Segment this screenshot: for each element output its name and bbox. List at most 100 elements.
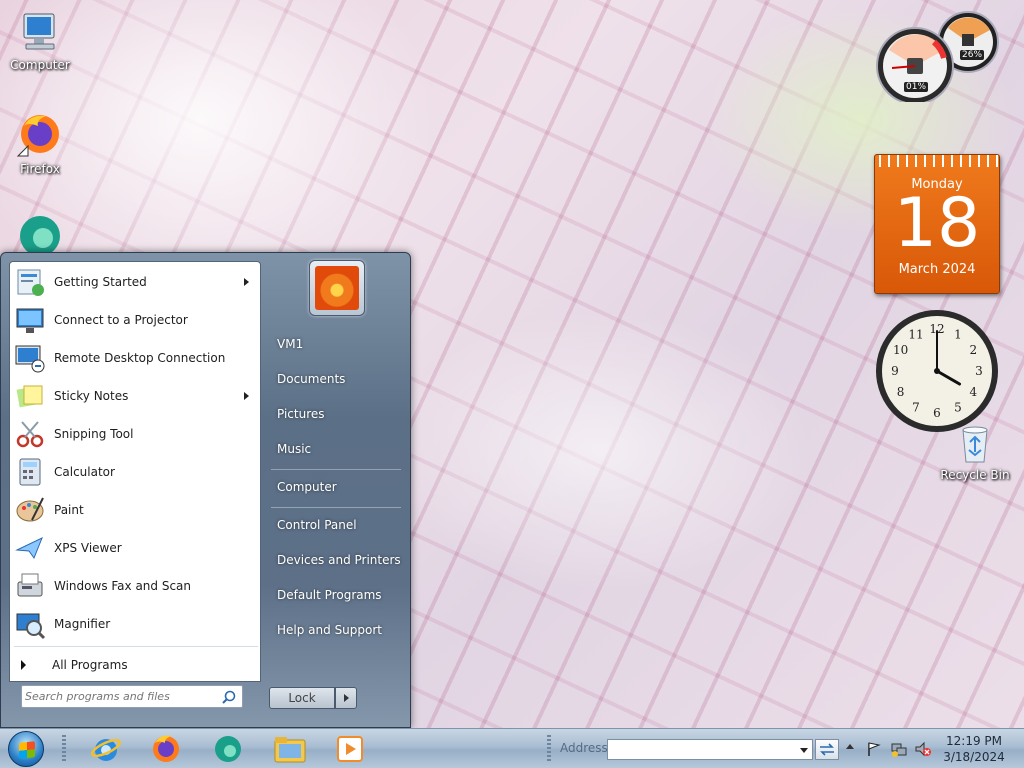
- program-label: Remote Desktop Connection: [54, 351, 226, 365]
- shutdown-options-button[interactable]: [335, 687, 357, 709]
- start-link-music[interactable]: Music: [267, 434, 407, 464]
- start-link-devices-printers[interactable]: Devices and Printers: [267, 545, 407, 575]
- desktop-icon-computer[interactable]: Computer: [0, 10, 80, 72]
- clock-number: 6: [933, 406, 941, 420]
- search-input[interactable]: [25, 688, 215, 705]
- desktop-icon-edge[interactable]: [0, 214, 80, 256]
- fax-icon: [17, 573, 43, 597]
- lock-button[interactable]: Lock: [269, 687, 335, 709]
- program-label: Magnifier: [54, 617, 111, 631]
- explorer-icon: [274, 737, 306, 763]
- edge-icon: [215, 736, 241, 762]
- program-label: Paint: [54, 503, 84, 517]
- firefox-icon: [153, 735, 179, 762]
- network-icon[interactable]: [890, 741, 908, 757]
- program-label: Sticky Notes: [54, 389, 129, 403]
- projector-icon: [16, 308, 44, 333]
- paint-palette-icon: [16, 497, 44, 522]
- taskbar-media-player-button[interactable]: [322, 731, 378, 767]
- all-programs-button[interactable]: All Programs: [13, 650, 259, 680]
- action-center-flag-icon[interactable]: [866, 741, 882, 757]
- start-link-computer[interactable]: Computer: [267, 472, 407, 502]
- desktop-icon-firefox[interactable]: Firefox: [0, 112, 80, 176]
- taskbar-grip[interactable]: [547, 735, 551, 763]
- taskbar: Address 12:19 PM 3/18/2024: [0, 728, 1024, 768]
- program-item-xps-viewer[interactable]: XPS Viewer: [13, 530, 259, 566]
- magnifier-icon: [16, 613, 46, 640]
- taskbar-explorer-button[interactable]: [262, 731, 318, 767]
- clock-number: 9: [891, 364, 899, 378]
- taskbar-grip[interactable]: [62, 735, 66, 763]
- flower-photo: [315, 266, 359, 310]
- volume-muted-icon[interactable]: [914, 741, 932, 757]
- sticky-notes-icon: [16, 385, 43, 408]
- program-item-snipping-tool[interactable]: Snipping Tool: [13, 416, 259, 452]
- start-link-default-programs[interactable]: Default Programs: [267, 580, 407, 610]
- search-icon: [222, 690, 236, 704]
- program-item-connect-to-projector[interactable]: Connect to a Projector: [13, 302, 259, 338]
- clock-number: 3: [975, 364, 983, 378]
- calculator-icon: [19, 458, 41, 486]
- divider: [271, 507, 401, 508]
- start-link-user[interactable]: VM1: [267, 329, 407, 359]
- chevron-right-icon[interactable]: [244, 278, 249, 286]
- taskbar-time: 12:19 PM: [946, 734, 1002, 748]
- desktop-icon-label: Recycle Bin: [940, 468, 1010, 482]
- cpu-usage-value: 01%: [904, 82, 929, 92]
- program-label: Calculator: [54, 465, 115, 479]
- divider: [14, 646, 258, 647]
- computer-icon: [23, 13, 55, 50]
- chevron-right-icon[interactable]: [244, 392, 249, 400]
- program-label: Getting Started: [54, 275, 147, 289]
- edge-icon: [20, 216, 60, 252]
- search-box[interactable]: [21, 685, 243, 708]
- show-hidden-icons-icon[interactable]: [846, 744, 854, 749]
- address-go-button[interactable]: [815, 739, 839, 760]
- clock-number: 1: [954, 328, 962, 342]
- cpu-meter-gadget[interactable]: 01% 26%: [872, 6, 1002, 105]
- getting-started-icon: [17, 269, 44, 296]
- program-item-magnifier[interactable]: Magnifier: [13, 606, 259, 642]
- taskbar-firefox-button[interactable]: [138, 731, 194, 767]
- scissors-icon: [16, 421, 44, 448]
- divider: [271, 469, 401, 470]
- taskbar-clock[interactable]: 12:19 PM 3/18/2024: [938, 733, 1010, 765]
- start-menu-programs-pane: Getting Started Connect to a Projector Rem…: [9, 261, 261, 682]
- clock-number: 10: [893, 343, 908, 357]
- program-item-windows-fax-and-scan[interactable]: Windows Fax and Scan: [13, 568, 259, 604]
- calendar-day: 18: [893, 184, 981, 263]
- address-toolbar-field[interactable]: [607, 739, 813, 760]
- program-item-sticky-notes[interactable]: Sticky Notes: [13, 378, 259, 414]
- start-link-documents[interactable]: Documents: [267, 364, 407, 394]
- all-programs-label: All Programs: [52, 658, 128, 672]
- program-item-remote-desktop-connection[interactable]: Remote Desktop Connection: [13, 340, 259, 376]
- clock-number: 11: [908, 328, 923, 342]
- remote-desktop-icon: [15, 345, 45, 373]
- triangle-right-icon: [21, 660, 26, 670]
- calendar-gadget[interactable]: Monday 18 March 2024: [874, 154, 1000, 294]
- start-menu: Getting Started Connect to a Projector Rem…: [0, 252, 411, 728]
- start-link-control-panel[interactable]: Control Panel: [267, 510, 407, 540]
- calendar-rings: [875, 155, 999, 167]
- start-button[interactable]: [8, 731, 44, 767]
- media-player-icon: [337, 736, 363, 762]
- chevron-down-icon[interactable]: [800, 748, 808, 753]
- taskbar-date: 3/18/2024: [943, 750, 1005, 764]
- desktop-icon-label: Firefox: [20, 162, 60, 176]
- program-label: Connect to a Projector: [54, 313, 188, 327]
- clock-gadget[interactable]: 12 1 2 3 4 5 6 7 8 9 10 11: [874, 308, 1000, 434]
- user-picture[interactable]: [309, 260, 365, 316]
- clock-number: 8: [897, 385, 905, 399]
- firefox-icon: [16, 115, 59, 157]
- program-label: XPS Viewer: [54, 541, 122, 555]
- program-item-getting-started[interactable]: Getting Started: [13, 264, 259, 300]
- clock-number: 7: [912, 400, 920, 414]
- program-item-paint[interactable]: Paint: [13, 492, 259, 528]
- address-input[interactable]: [608, 740, 788, 759]
- taskbar-edge-button[interactable]: [200, 731, 256, 767]
- go-arrows-icon: [820, 743, 834, 756]
- taskbar-ie-button[interactable]: [78, 731, 134, 767]
- program-item-calculator[interactable]: Calculator: [13, 454, 259, 490]
- start-link-pictures[interactable]: Pictures: [267, 399, 407, 429]
- start-link-help-support[interactable]: Help and Support: [267, 615, 407, 645]
